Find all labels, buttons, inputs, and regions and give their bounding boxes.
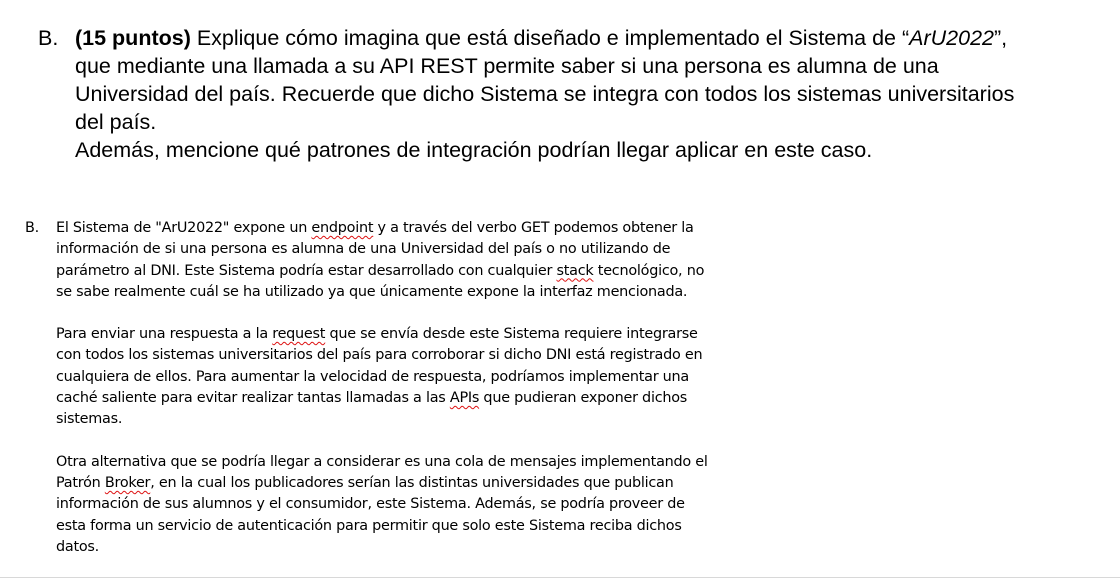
text-line: Para enviar una respuesta a la request q… [56, 324, 805, 345]
text-run: que pudieran exponer dichos [479, 390, 688, 407]
text-line: se sabe realmente cuál se ha utilizado y… [56, 283, 688, 300]
text-line: Patrón Broker, en la cual los publicador… [56, 473, 805, 494]
question-line-1-end: ”, [994, 26, 1008, 50]
text-run: , en la cual los publicadores serían las… [150, 474, 674, 491]
spellcheck-flagged-word: endpoint [311, 220, 374, 236]
spellcheck-flagged-word: request [272, 326, 326, 343]
text-line: información de sus alumnos y el consumid… [56, 496, 685, 513]
text-run: y a través del verbo GET podemos obtener… [373, 220, 694, 236]
exam-question: B. (15 puntos) Explique cómo imagina que… [38, 24, 1083, 164]
text-run: caché saliente para evitar realizar tant… [56, 390, 450, 407]
text-line: El Sistema de "ArU2022" expone un endpoi… [56, 218, 805, 239]
text-run: tecnológico, no [593, 262, 705, 279]
answer-paragraph-1: El Sistema de "ArU2022" expone un endpoi… [56, 218, 805, 303]
text-line: información de si una persona es alumna … [56, 241, 671, 258]
text-line: esta forma un servicio de autenticación … [56, 517, 682, 534]
question-body: (15 puntos) Explique cómo imagina que es… [75, 24, 1083, 164]
spellcheck-flagged-word: Broker [104, 474, 151, 491]
answer-paragraph-2: Para enviar una respuesta a la request q… [56, 324, 805, 430]
question-line-1-text: Explique cómo imagina que está diseñado … [190, 26, 910, 50]
text-line: Otra alternativa que se podría llegar a … [56, 453, 708, 470]
page-bottom-divider [0, 577, 1120, 578]
text-run: El Sistema de "ArU2022" expone un [56, 220, 312, 236]
system-name: ArU2022 [909, 26, 994, 50]
question-line-3: Universidad del país. Recuerde que dicho… [75, 82, 1015, 106]
text-line: con todos los sistemas universitarios de… [56, 347, 703, 364]
answer-marker: B. [25, 220, 39, 236]
question-line-2: que mediante una llamada a su API REST p… [75, 54, 939, 78]
spellcheck-flagged-word: stack [556, 262, 594, 279]
text-run: Patrón [56, 474, 105, 491]
question-line-4: del país. [75, 110, 157, 134]
question-line-1: (15 puntos) Explique cómo imagina que es… [75, 24, 1083, 52]
text-run: que se envía desde este Sistema requiere… [325, 326, 698, 343]
answer-body: El Sistema de "ArU2022" expone un endpoi… [56, 218, 805, 558]
text-line: cualquiera de ellos. Para aumentar la ve… [56, 368, 689, 385]
question-marker: B. [38, 26, 59, 50]
text-line: parámetro al DNI. Este Sistema podría es… [56, 261, 805, 282]
text-line: sistemas. [56, 411, 123, 428]
spellcheck-flagged-word: APIs [449, 390, 480, 407]
text-line: caché saliente para evitar realizar tant… [56, 388, 805, 409]
question-line-5: Además, mencione qué patrones de integra… [75, 138, 873, 162]
question-points: (15 puntos) [75, 26, 191, 50]
answer-block: B. El Sistema de "ArU2022" expone un end… [25, 218, 805, 579]
text-run: Para enviar una respuesta a la [56, 326, 273, 343]
answer-paragraph-3: Otra alternativa que se podría llegar a … [56, 452, 805, 558]
text-line: datos. [56, 538, 99, 555]
text-run: parámetro al DNI. Este Sistema podría es… [56, 262, 557, 279]
